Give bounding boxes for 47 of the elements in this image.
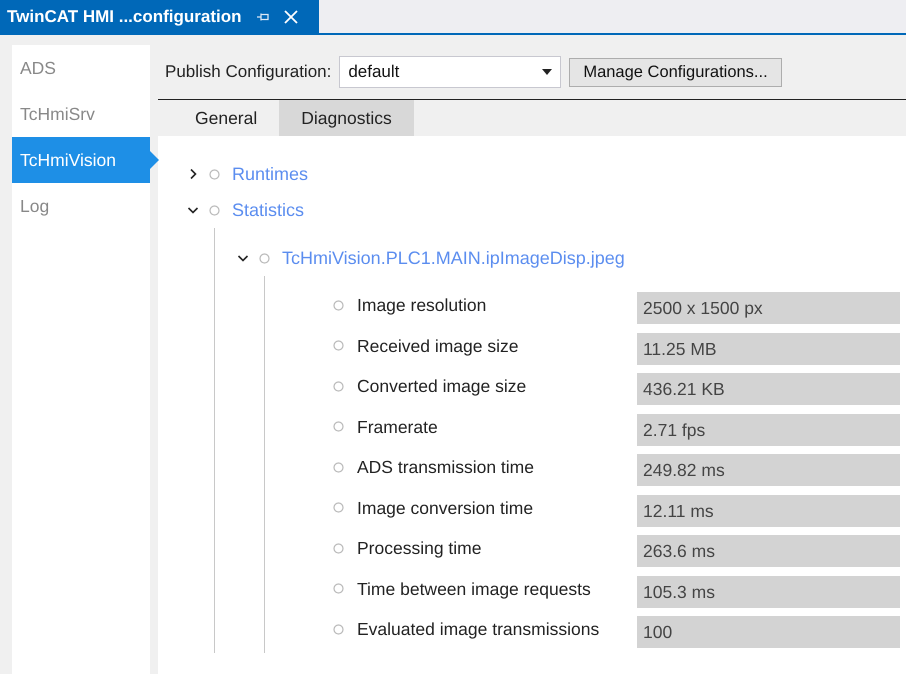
circle-icon: [333, 300, 344, 311]
dropdown-arrow-icon: [542, 69, 552, 75]
publish-label: Publish Configuration:: [165, 61, 332, 84]
sidebar-item[interactable]: TcHmiSrv: [12, 91, 150, 137]
value-field: 436.21 KB: [637, 373, 900, 406]
sidebar-item[interactable]: ADS: [12, 45, 150, 91]
circle-icon: [209, 204, 220, 216]
circle-icon: [259, 252, 270, 264]
field-label: Converted image size: [357, 375, 526, 398]
circle-icon: [333, 502, 344, 514]
field-label: Received image size: [357, 334, 518, 358]
tab[interactable]: Diagnostics: [279, 100, 414, 136]
tab[interactable]: General: [173, 100, 280, 136]
value-field: 249.82 ms: [637, 454, 900, 486]
field-label: Framerate: [357, 416, 438, 439]
field-label: Time between image requests: [357, 578, 591, 601]
field-label: Evaluated image transmissions: [357, 618, 600, 642]
manage-configurations-button[interactable]: Manage Configurations...: [569, 58, 782, 86]
field-label: Processing time: [357, 537, 482, 560]
circle-icon: [333, 380, 344, 392]
circle-icon: [333, 583, 344, 594]
configuration-dropdown[interactable]: default: [339, 56, 562, 88]
value-field: 105.3 ms: [637, 576, 900, 608]
circle-icon: [333, 624, 344, 635]
value-field: 2500 x 1500 px: [637, 292, 900, 324]
close-icon[interactable]: [284, 10, 298, 24]
document-tab[interactable]: TwinCAT HMI ...configuration: [0, 0, 319, 33]
tree-node-label[interactable]: Runtimes: [232, 160, 308, 188]
circle-icon: [333, 340, 344, 352]
circle-icon: [333, 542, 344, 554]
tree-node-label[interactable]: Statistics: [232, 196, 304, 224]
value-field: 2.71 fps: [637, 414, 900, 446]
field-label: Image resolution: [357, 294, 486, 318]
pointer-icon: [150, 151, 159, 169]
tree-node-label[interactable]: TcHmiVision.PLC1.MAIN.ipImageDisp.jpeg: [282, 244, 625, 272]
field-label: ADS transmission time: [357, 456, 534, 480]
circle-icon: [333, 421, 344, 432]
value-field: 263.6 ms: [637, 535, 900, 568]
pin-icon[interactable]: [256, 10, 270, 22]
value-field: 100: [637, 616, 900, 648]
sidebar-item[interactable]: Log: [12, 183, 150, 229]
window-title: TwinCAT HMI ...configuration: [7, 6, 242, 28]
circle-icon: [333, 462, 344, 473]
value-field: 12.11 ms: [637, 494, 900, 527]
field-label: Image conversion time: [357, 496, 534, 520]
circle-icon: [209, 168, 220, 180]
value-field: 11.25 MB: [637, 332, 900, 365]
